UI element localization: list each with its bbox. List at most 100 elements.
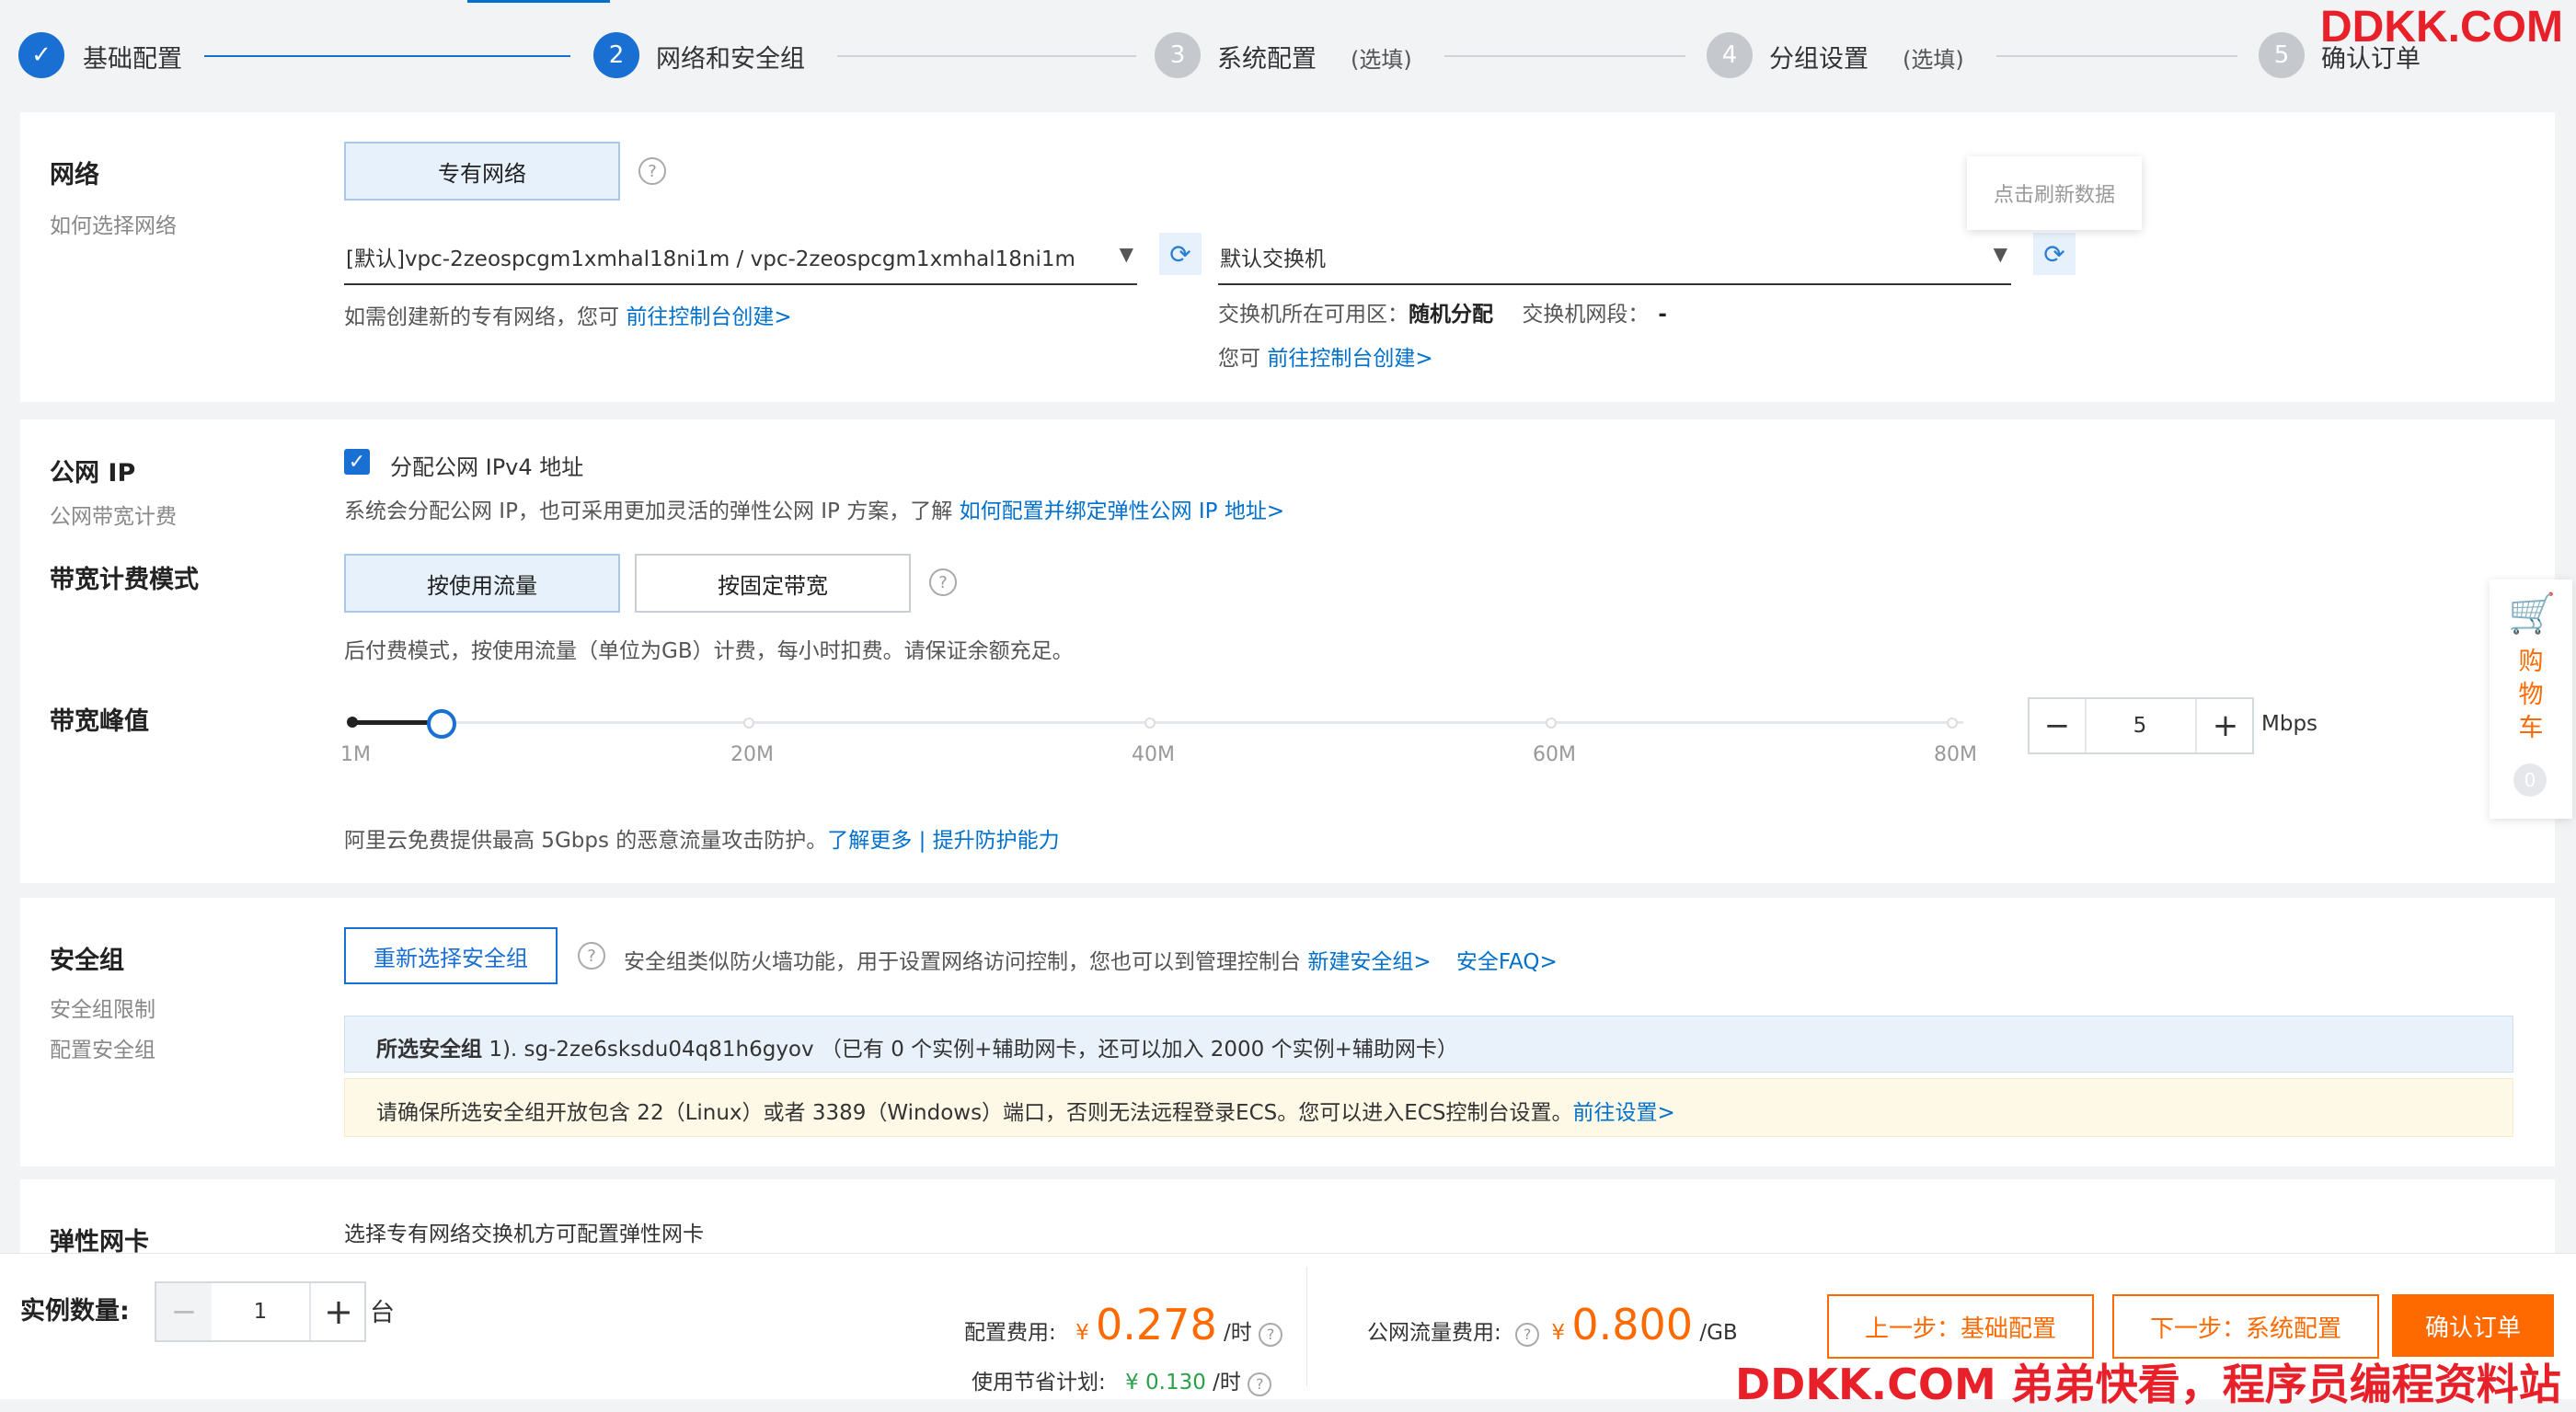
slider-tick-40 (1144, 717, 1156, 729)
go-settings-link[interactable]: 前往设置> (1572, 1101, 1674, 1125)
switch-hint: 您可 前往控制台创建> (1218, 340, 1433, 372)
link-separator: | (912, 829, 933, 853)
step-1-label[interactable]: 基础配置 (83, 39, 182, 75)
public-ip-checkbox-label[interactable]: 分配公网 IPv4 地址 (390, 449, 583, 481)
vpc-refresh-icon[interactable]: ⟳ (1159, 233, 1202, 275)
step-4-label[interactable]: 分组设置 (1769, 39, 1869, 75)
security-group-section: 安全组 安全组限制 配置安全组 重新选择安全组 ? 安全组类似防火墙功能，用于设… (20, 898, 2555, 1166)
traffic-fee-help-icon[interactable]: ? (1515, 1322, 1540, 1347)
step-4-circle[interactable]: 4 (1707, 32, 1753, 78)
step-3-circle[interactable]: 3 (1155, 32, 1201, 78)
switch-select[interactable]: 默认交换机 ▼ (1218, 230, 2011, 285)
config-fee: 配置费用: ¥ 0.278 /时 ? (964, 1300, 1283, 1349)
network-section: 网络 如何选择网络 专有网络 ? [默认]vpc-2zeospcgm1xmhal… (20, 112, 2555, 402)
selected-security-group-text: 所选安全组 1). sg-2ze6sksdu04q81h6gyov （已有 0 … (376, 1031, 1458, 1062)
create-security-group-link[interactable]: 新建安全组> (1307, 950, 1431, 974)
watermark-top: DDKK.COM (2320, 3, 2563, 52)
cart-icon: 🛒 (2508, 591, 2557, 636)
bandwidth-plus-button[interactable]: + (2195, 699, 2254, 752)
network-title: 网络 (50, 161, 99, 189)
security-sub-config[interactable]: 配置安全组 (50, 1032, 155, 1063)
network-help-icon[interactable]: ? (638, 157, 666, 185)
vpc-select-value: [默认]vpc-2zeospcgm1xmhal18ni1m / vpc-2zeo… (346, 247, 1075, 271)
zone-label: 交换机所在可用区： (1218, 303, 1409, 327)
step-4-optional: (选填) (1903, 47, 1964, 73)
saving-plan-label: 使用节省计划: (972, 1371, 1106, 1395)
shopping-cart[interactable]: 🛒 购物车 0 (2490, 580, 2572, 819)
tick-label-60m: 60M (1533, 743, 1576, 766)
saving-plan-help-icon[interactable]: ? (1248, 1372, 1272, 1396)
switch-hint-text: 您可 (1218, 347, 1260, 371)
tick-label-1m: 1M (340, 743, 371, 766)
instance-plus-button[interactable]: + (309, 1283, 366, 1340)
confirm-order-button[interactable]: 确认订单 (2392, 1294, 2554, 1357)
bandwidth-title: 带宽峰值 (50, 707, 149, 736)
public-ip-checkbox[interactable]: ✓ (344, 449, 370, 475)
traffic-fee-unit: /GB (1699, 1321, 1738, 1345)
slider-handle[interactable] (427, 709, 456, 739)
prev-step-button[interactable]: 上一步：基础配置 (1827, 1294, 2094, 1359)
traffic-fee-value: 0.800 (1571, 1300, 1694, 1349)
vpc-select[interactable]: [默认]vpc-2zeospcgm1xmhal18ni1m / vpc-2zeo… (344, 230, 1137, 285)
watermark-bottom: DDKK.COM 弟弟快看，程序员编程资料站 (1735, 1360, 2561, 1409)
step-3-optional: (选填) (1351, 47, 1412, 73)
chevron-down-icon: ▼ (1993, 243, 2007, 265)
bandwidth-slider[interactable] (347, 705, 1963, 741)
switch-create-link[interactable]: 前往控制台创建> (1267, 347, 1432, 371)
tick-label-20m: 20M (730, 743, 774, 766)
step-3-label[interactable]: 系统配置 (1217, 39, 1317, 75)
learn-more-link[interactable]: 了解更多 (827, 829, 912, 853)
vpc-hint: 如需创建新的专有网络，您可 前往控制台创建> (344, 299, 792, 330)
public-ip-subtitle[interactable]: 公网带宽计费 (50, 499, 177, 530)
slider-tick-80 (1947, 717, 1958, 729)
vpc-tab[interactable]: 专有网络 (344, 142, 620, 201)
instance-count-value[interactable]: 1 (212, 1283, 309, 1340)
instance-minus-button[interactable]: − (156, 1283, 212, 1340)
next-step-button[interactable]: 下一步：系统配置 (2112, 1294, 2379, 1359)
bandwidth-minus-button[interactable]: − (2030, 699, 2087, 752)
step-2-circle[interactable]: 2 (593, 32, 639, 78)
instance-count-label: 实例数量: (20, 1297, 130, 1326)
improve-protection-link[interactable]: 提升防护能力 (933, 829, 1060, 853)
public-ip-section: 公网 IP 公网带宽计费 ✓ 分配公网 IPv4 地址 系统会分配公网 IP，也… (20, 419, 2555, 883)
vpc-create-link[interactable]: 前往控制台创建> (626, 305, 791, 329)
saving-plan-value: ¥ 0.130 (1125, 1371, 1206, 1395)
step-line-2 (837, 55, 1136, 57)
step-5-circle[interactable]: 5 (2259, 32, 2305, 78)
bandwidth-unit: Mbps (2261, 712, 2318, 736)
config-fee-help-icon[interactable]: ? (1259, 1322, 1283, 1347)
security-faq-link[interactable]: 安全FAQ> (1456, 950, 1558, 974)
step-line-4 (1996, 55, 2237, 57)
billing-help-icon[interactable]: ? (929, 568, 957, 596)
billing-desc: 后付费模式，按使用流量（单位为GB）计费，每小时扣费。请保证余额充足。 (344, 639, 1074, 663)
refresh-tooltip: 点击刷新数据 (1967, 156, 2142, 230)
instance-count-stepper[interactable]: − 1 + (155, 1281, 366, 1342)
bandwidth-value[interactable]: 5 (2085, 699, 2195, 752)
public-ip-title: 公网 IP (50, 459, 136, 488)
footer-divider (1306, 1267, 1307, 1386)
selected-value: 1). sg-2ze6sksdu04q81h6gyov （已有 0 个实例+辅助… (489, 1038, 1458, 1062)
billing-traffic-tab[interactable]: 按使用流量 (344, 554, 620, 613)
warning-text: 请确保所选安全组开放包含 22（Linux）或者 3389（Windows）端口… (376, 1101, 1573, 1125)
eni-desc: 选择专有网络交换机方可配置弹性网卡 (344, 1223, 704, 1246)
network-subtitle[interactable]: 如何选择网络 (50, 208, 177, 239)
switch-select-value: 默认交换机 (1220, 247, 1326, 271)
reselect-security-group-button[interactable]: 重新选择安全组 (344, 927, 558, 984)
cart-count-badge: 0 (2513, 763, 2547, 797)
switch-refresh-icon[interactable]: ⟳ (2033, 233, 2076, 275)
eip-config-link[interactable]: 如何配置并绑定弹性公网 IP 地址> (960, 499, 1285, 523)
billing-title: 带宽计费模式 (50, 566, 199, 594)
security-help-icon[interactable]: ? (578, 942, 605, 970)
instance-count-unit: 台 (370, 1299, 395, 1327)
bandwidth-stepper[interactable]: − 5 + (2028, 697, 2254, 754)
config-fee-label: 配置费用: (964, 1321, 1056, 1345)
slider-tick-20 (743, 717, 754, 729)
slider-fill (351, 720, 438, 725)
security-warning: 请确保所选安全组开放包含 22（Linux）或者 3389（Windows）端口… (344, 1078, 2513, 1137)
step-1-circle[interactable]: ✓ (18, 32, 64, 78)
public-ip-desc-text: 系统会分配公网 IP，也可采用更加灵活的弹性公网 IP 方案，了解 (344, 499, 953, 523)
step-2-label[interactable]: 网络和安全组 (656, 39, 805, 75)
security-sub-limit[interactable]: 安全组限制 (50, 992, 155, 1023)
billing-fixed-tab[interactable]: 按固定带宽 (635, 554, 911, 613)
active-step-indicator (467, 0, 610, 3)
